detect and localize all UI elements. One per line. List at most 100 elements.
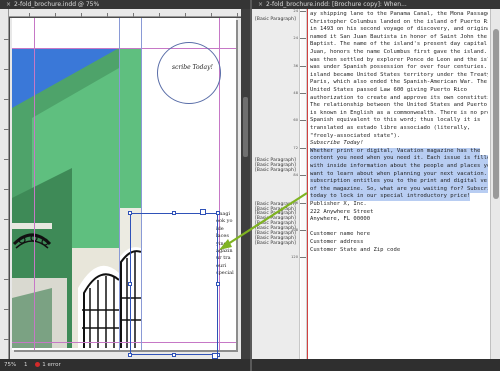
photo-frame[interactable] (12, 48, 119, 348)
close-tab-icon[interactable]: × (258, 1, 263, 8)
story-line[interactable]: Subscribe Today! (310, 140, 363, 148)
column-guide (119, 18, 120, 350)
story-line[interactable]: Customer address (310, 239, 363, 247)
frame-text-line: ouri (216, 262, 227, 269)
story-line[interactable]: Customer name here (310, 231, 370, 239)
layout-window: × 2-fold_brochure.indd @ 75% scribe Toda… (0, 0, 250, 371)
story-editor-tab[interactable]: × 2-fold_brochure.indd: [Brochure copy]: … (252, 0, 500, 9)
subscribe-badge-text: scribe Today! (172, 64, 213, 71)
frame-text-line: ying (216, 240, 227, 247)
story-editor-tab-title: 2-fold_brochure.indd: [Brochure copy]: W… (266, 1, 407, 8)
frame-text-line: ide (216, 225, 224, 232)
story-line[interactable]: translated as estado libre associado (li… (310, 125, 470, 133)
layout-vertical-scrollbar[interactable] (241, 9, 250, 359)
frame-text-line: ur tra (216, 255, 231, 262)
depth-label: 48 (293, 91, 298, 96)
story-line[interactable]: Publisher X, Inc. (310, 201, 367, 209)
story-line[interactable]: is known in English as a commonwealth. T… (310, 110, 488, 118)
zoom-level[interactable]: 75% (4, 362, 16, 368)
depth-label: 60 (293, 118, 298, 123)
close-tab-icon[interactable]: × (6, 1, 11, 8)
preflight-status[interactable]: 1 error (35, 362, 67, 368)
resize-handle[interactable] (128, 211, 132, 215)
depth-label: 120 (291, 255, 298, 260)
story-line[interactable]: was then settled by explorer Ponce de Le… (310, 57, 488, 65)
depth-tick (300, 65, 306, 67)
story-line[interactable]: "freely-associated state"). (310, 133, 400, 141)
story-vertical-scrollbar[interactable] (490, 9, 500, 359)
depth-tick (300, 11, 306, 12)
story-line[interactable]: Paris, which also ended the Spanish-Amer… (310, 79, 487, 87)
paragraph-style-label[interactable]: [Basic Paragraph] (255, 168, 296, 173)
story-line[interactable]: in 1493 on his second voyage of discover… (310, 26, 488, 34)
story-line[interactable]: The relationship between the United Stat… (310, 102, 488, 110)
depth-tick (300, 93, 306, 95)
depth-label: 36 (293, 63, 298, 68)
story-line[interactable]: authorization to create and approve its … (310, 95, 488, 103)
vertical-ruler[interactable] (0, 9, 9, 359)
error-dot-icon (35, 362, 41, 367)
in-port-icon[interactable] (200, 209, 206, 215)
story-line[interactable]: island became United States territory un… (310, 72, 488, 80)
resize-handle[interactable] (128, 353, 132, 357)
resize-handle[interactable] (216, 282, 220, 286)
frame-text-line: agazin (216, 248, 233, 255)
story-line[interactable]: was under Spanish possession for over fo… (310, 64, 488, 72)
resize-handle[interactable] (172, 353, 176, 357)
horizontal-ruler[interactable] (9, 9, 241, 17)
depth-label: 84 (293, 173, 298, 178)
building-photo (12, 48, 119, 348)
story-line[interactable]: Juan, honors the name Columbus first gav… (310, 49, 488, 57)
left-margin-guide (34, 18, 35, 350)
depth-tick (300, 257, 306, 259)
layout-tab-title: 2-fold_brochure.indd @ 75% (14, 1, 100, 8)
story-line[interactable]: want to learn about when planning your n… (310, 170, 488, 179)
frame-text-line: ook yo (216, 218, 233, 225)
pasteboard[interactable]: scribe Today! imagi ook yo ide laces yin… (10, 18, 241, 359)
frame-text-line: special (216, 270, 234, 277)
resize-handle[interactable] (172, 211, 176, 215)
story-line[interactable]: Christopher Columbus landed on the islan… (310, 19, 488, 27)
story-line[interactable]: United States passed Law 600 giving Puer… (310, 87, 467, 95)
story-line[interactable]: content you need when you need it. Each … (310, 155, 488, 163)
depth-tick (300, 147, 306, 149)
story-line[interactable]: ay shipping lane to the Panama Canal, th… (310, 11, 488, 19)
scrollbar-thumb[interactable] (243, 97, 248, 157)
page-number[interactable]: 1 (24, 362, 28, 368)
preflight-label: 1 error (42, 362, 61, 368)
depth-label: 108 (291, 227, 298, 232)
story-line[interactable]: named it San Juan Bautista in honor of S… (310, 34, 487, 42)
layout-tab[interactable]: × 2-fold_brochure.indd @ 75% (0, 0, 250, 9)
paragraph-style-label[interactable]: [Basic Paragraph] (255, 17, 296, 22)
depth-tick (300, 120, 306, 122)
story-text-area[interactable]: ay shipping lane to the Panama Canal, th… (310, 9, 488, 359)
depth-tick (300, 175, 306, 177)
story-line[interactable]: Baptist. The name of the island's presen… (310, 41, 488, 49)
story-line[interactable]: subscription entitles you to the print a… (310, 178, 488, 186)
depth-tick (300, 38, 306, 40)
story-line[interactable]: of the magazine. So, what are you waitin… (310, 185, 488, 194)
resize-handle[interactable] (216, 211, 220, 215)
story-line[interactable]: 222 Anywhere Street (310, 209, 373, 217)
selected-frame-outline[interactable] (130, 213, 218, 355)
frame-text-line: laces (216, 233, 229, 240)
story-line[interactable]: today to lock in our special introductor… (310, 193, 471, 201)
paragraph-style-label[interactable]: [Basic Paragraph] (255, 241, 296, 246)
document-page[interactable]: scribe Today! imagi ook yo ide laces yin… (12, 18, 236, 359)
depth-label: 96 (293, 200, 298, 205)
indesign-workspace: × 2-fold_brochure.indd @ 75% scribe Toda… (0, 0, 500, 371)
depth-label: 24 (293, 9, 298, 13)
layout-status-bar: 75% 1 1 error (0, 359, 250, 371)
story-line[interactable]: Whether print or digital, Vacation magaz… (310, 147, 481, 156)
resize-handle[interactable] (128, 282, 132, 286)
story-status-bar (252, 359, 500, 371)
depth-label: 24 (293, 36, 298, 41)
story-line[interactable]: Spanish equivalent to this word; thus lo… (310, 117, 480, 125)
depth-tick (300, 202, 306, 204)
scrollbar-thumb[interactable] (493, 29, 499, 199)
story-line[interactable]: with inside information about the people… (310, 163, 488, 171)
threaded-text-frame[interactable]: imagi ook yo ide laces ying agazin ur tr… (216, 211, 236, 278)
subscribe-badge-circle[interactable] (157, 42, 221, 104)
story-line[interactable]: Customer State and Zip code (310, 247, 400, 255)
story-line[interactable]: Anywhere, FL 00000 (310, 216, 370, 224)
